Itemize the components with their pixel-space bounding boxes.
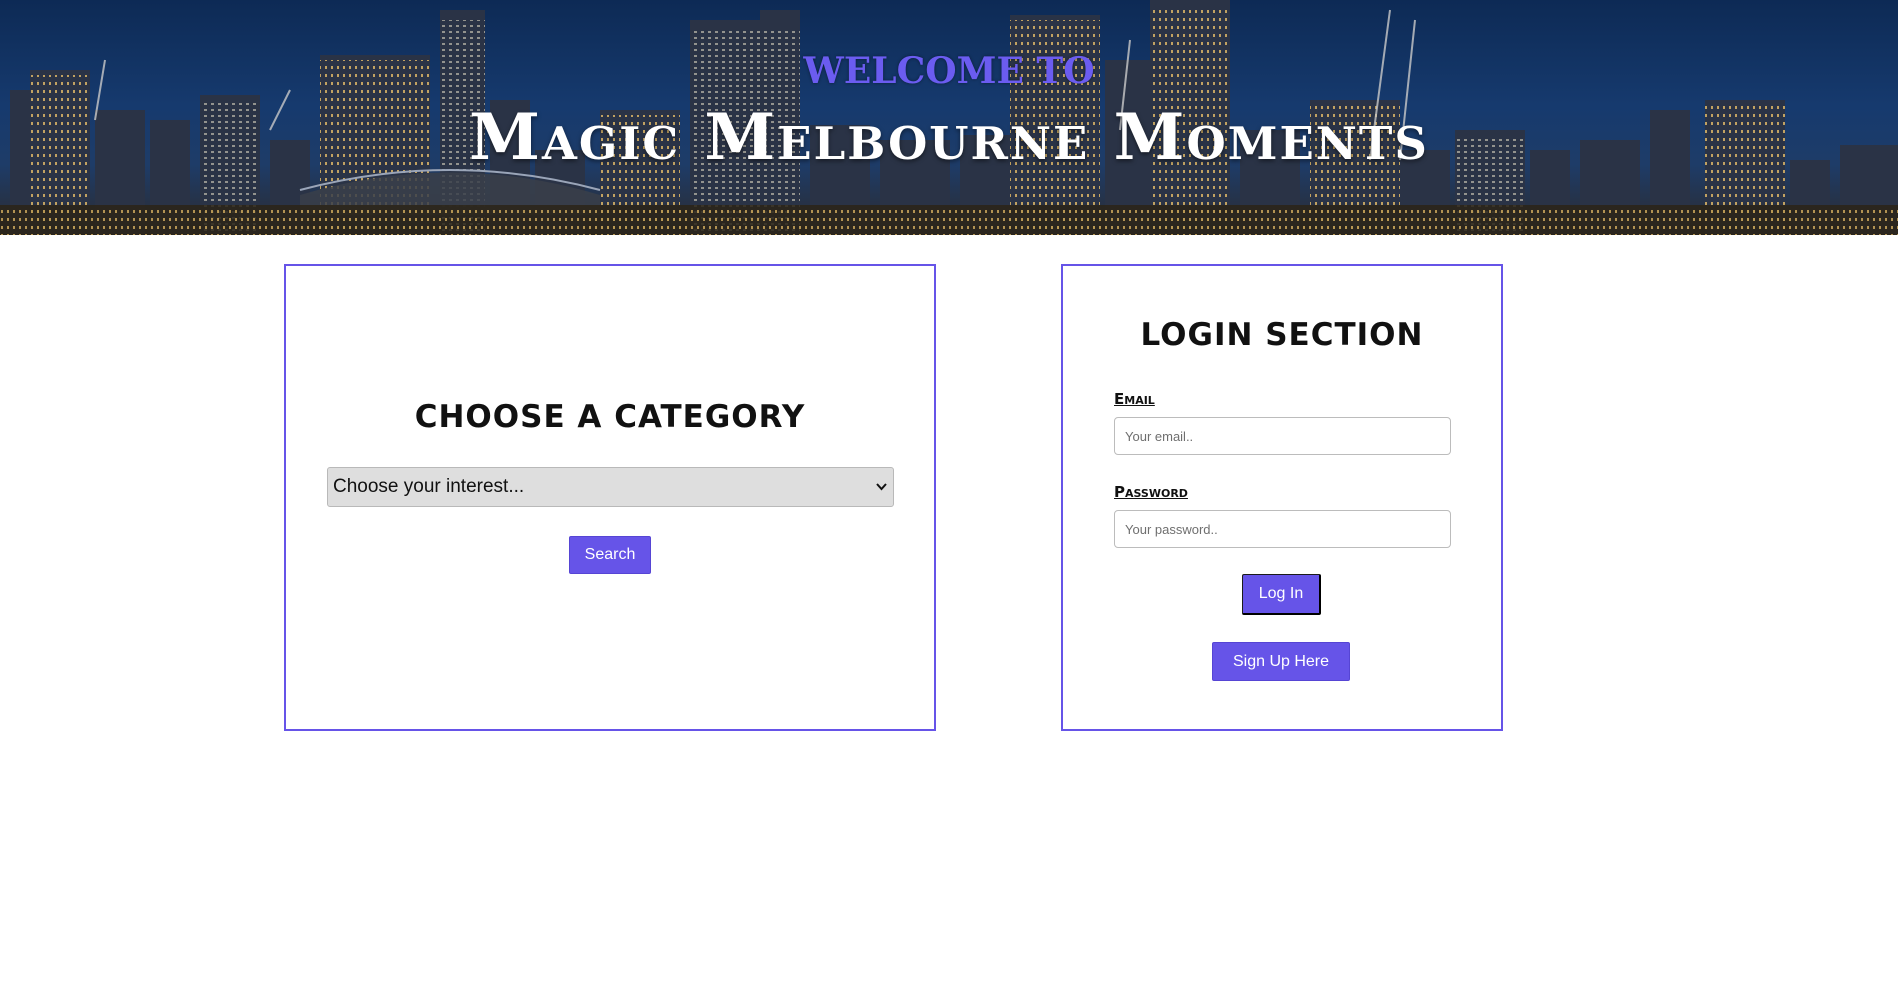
hero-overline: Welcome to xyxy=(803,50,1095,92)
login-heading: Login Section xyxy=(1140,317,1424,353)
password-field[interactable] xyxy=(1114,510,1451,548)
category-heading: Choose a Category xyxy=(414,399,806,435)
email-field[interactable] xyxy=(1114,417,1451,455)
signup-button[interactable]: Sign Up Here xyxy=(1212,642,1350,681)
category-panel: Choose a Category Choose your interest..… xyxy=(284,264,936,731)
hero-banner: Welcome to Magic Melbourne Moments xyxy=(0,0,1898,235)
interest-select[interactable]: Choose your interest... xyxy=(327,467,894,507)
email-label: Email xyxy=(1114,390,1155,408)
interest-select-value: Choose your interest... xyxy=(333,476,525,497)
login-button[interactable]: Log In xyxy=(1242,574,1321,615)
password-label: Password xyxy=(1114,483,1188,501)
hero-title: Magic Melbourne Moments xyxy=(469,100,1429,175)
login-panel: Login Section Email Password Log In Sign… xyxy=(1061,264,1503,731)
search-button[interactable]: Search xyxy=(569,536,651,574)
chevron-down-icon xyxy=(876,468,887,506)
